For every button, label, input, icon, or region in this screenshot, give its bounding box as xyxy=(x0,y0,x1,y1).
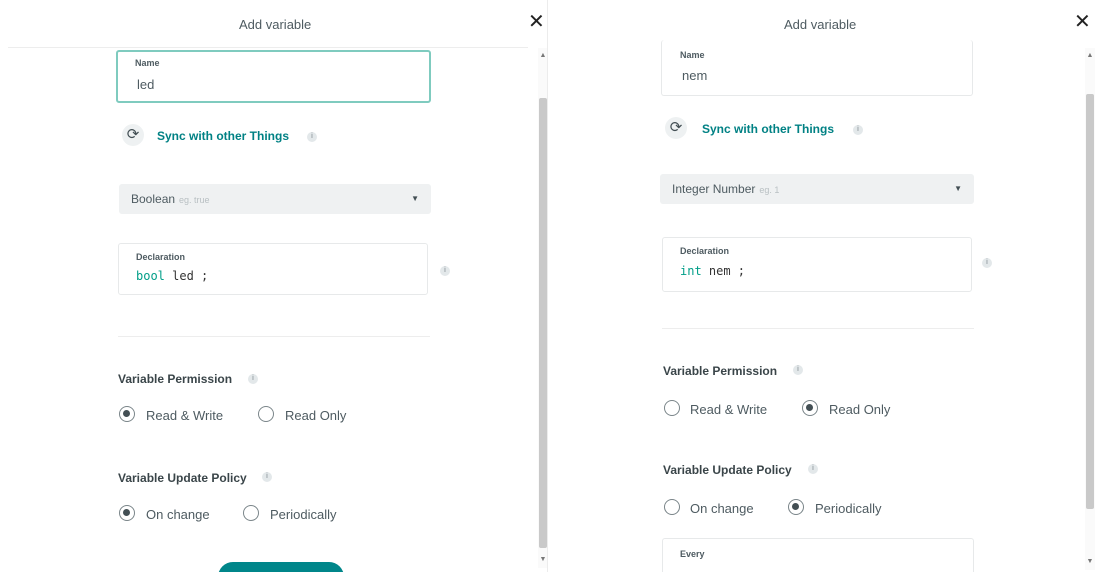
scroll-thumb[interactable] xyxy=(539,98,547,548)
scroll-up-icon[interactable]: ▲ xyxy=(539,52,547,60)
declaration-field[interactable]: Declaration bool led ; xyxy=(118,243,428,295)
name-field-label: Name xyxy=(680,50,705,60)
every-label: Every xyxy=(680,549,705,559)
section-divider xyxy=(118,336,430,337)
every-field[interactable]: Every xyxy=(662,538,974,572)
type-select[interactable]: Boolean eg. true ▼ xyxy=(119,184,431,214)
type-select-value: Integer Number xyxy=(672,182,756,196)
add-variable-dialog-left: Add variable ✕ Name led ⟳ Sync with othe… xyxy=(0,0,548,572)
radio-periodically[interactable] xyxy=(243,505,259,521)
sync-with-things-link[interactable]: Sync with other Things xyxy=(702,122,834,136)
dialog-title: Add variable xyxy=(784,17,857,32)
type-placeholder: eg. true xyxy=(179,195,210,205)
info-icon[interactable]: i xyxy=(262,472,272,482)
type-select-value: Boolean xyxy=(131,192,176,206)
radio-label-read-write: Read & Write xyxy=(690,402,768,417)
update-policy-title: Variable Update Policy xyxy=(663,463,792,477)
radio-periodically[interactable] xyxy=(788,499,804,515)
radio-on-change[interactable] xyxy=(119,505,135,521)
scroll-down-icon[interactable]: ▼ xyxy=(539,556,547,564)
dialog-title: Add variable xyxy=(239,17,312,32)
info-icon[interactable]: i xyxy=(982,258,992,268)
sync-icon[interactable]: ⟳ xyxy=(665,117,687,139)
radio-label-periodically: Periodically xyxy=(270,507,337,522)
permission-title: Variable Permission xyxy=(118,372,233,386)
radio-on-change[interactable] xyxy=(664,499,680,515)
declaration-code: bool led ; xyxy=(136,269,208,283)
declaration-type-keyword: int xyxy=(680,264,702,278)
declaration-field[interactable]: Declaration int nem ; xyxy=(662,237,972,292)
name-field-value: led xyxy=(137,77,155,92)
radio-read-write[interactable] xyxy=(119,406,135,422)
info-icon[interactable]: i xyxy=(440,266,450,276)
radio-label-on-change: On change xyxy=(690,501,754,516)
header-divider xyxy=(8,47,528,48)
radio-label-read-write: Read & Write xyxy=(146,408,224,423)
scroll-down-icon[interactable]: ▼ xyxy=(1086,558,1094,566)
close-icon[interactable]: ✕ xyxy=(528,12,545,32)
permission-title: Variable Permission xyxy=(663,364,778,378)
radio-label-read-only: Read Only xyxy=(829,402,891,417)
name-field-label: Name xyxy=(135,58,160,68)
info-icon[interactable]: i xyxy=(307,132,317,142)
scrollbar[interactable]: ▲ ▼ xyxy=(1085,48,1095,570)
info-icon[interactable]: i xyxy=(248,374,258,384)
scroll-up-icon[interactable]: ▲ xyxy=(1086,52,1094,60)
sync-icon[interactable]: ⟳ xyxy=(122,124,144,146)
scroll-thumb[interactable] xyxy=(1086,94,1094,509)
declaration-label: Declaration xyxy=(680,246,730,256)
declaration-identifier: nem ; xyxy=(701,264,746,278)
update-policy-title: Variable Update Policy xyxy=(118,471,247,485)
name-field[interactable]: Name nem xyxy=(661,40,973,96)
sync-with-things-link[interactable]: Sync with other Things xyxy=(157,129,289,143)
section-divider xyxy=(662,328,974,329)
info-icon[interactable]: i xyxy=(853,125,863,135)
radio-label-periodically: Periodically xyxy=(815,501,882,516)
radio-read-write[interactable] xyxy=(664,400,680,416)
add-variable-dialog-right: Add variable ✕ Name nem ⟳ Sync with othe… xyxy=(548,0,1096,572)
declaration-label: Declaration xyxy=(136,252,186,262)
declaration-code: int nem ; xyxy=(680,264,745,278)
name-field-value: nem xyxy=(682,68,708,83)
info-icon[interactable]: i xyxy=(808,464,818,474)
radio-read-only[interactable] xyxy=(802,400,818,416)
radio-label-on-change: On change xyxy=(146,507,210,522)
declaration-type-keyword: bool xyxy=(136,269,165,283)
radio-label-read-only: Read Only xyxy=(285,408,347,423)
info-icon[interactable]: i xyxy=(793,365,803,375)
chevron-down-icon: ▼ xyxy=(411,194,419,203)
declaration-identifier: led ; xyxy=(164,269,209,283)
name-field[interactable]: Name led xyxy=(116,50,431,103)
chevron-down-icon: ▼ xyxy=(954,184,962,193)
add-variable-button[interactable] xyxy=(218,562,344,572)
type-placeholder: eg. 1 xyxy=(759,185,780,195)
type-select[interactable]: Integer Number eg. 1 ▼ xyxy=(660,174,974,204)
close-icon[interactable]: ✕ xyxy=(1074,12,1091,32)
radio-read-only[interactable] xyxy=(258,406,274,422)
